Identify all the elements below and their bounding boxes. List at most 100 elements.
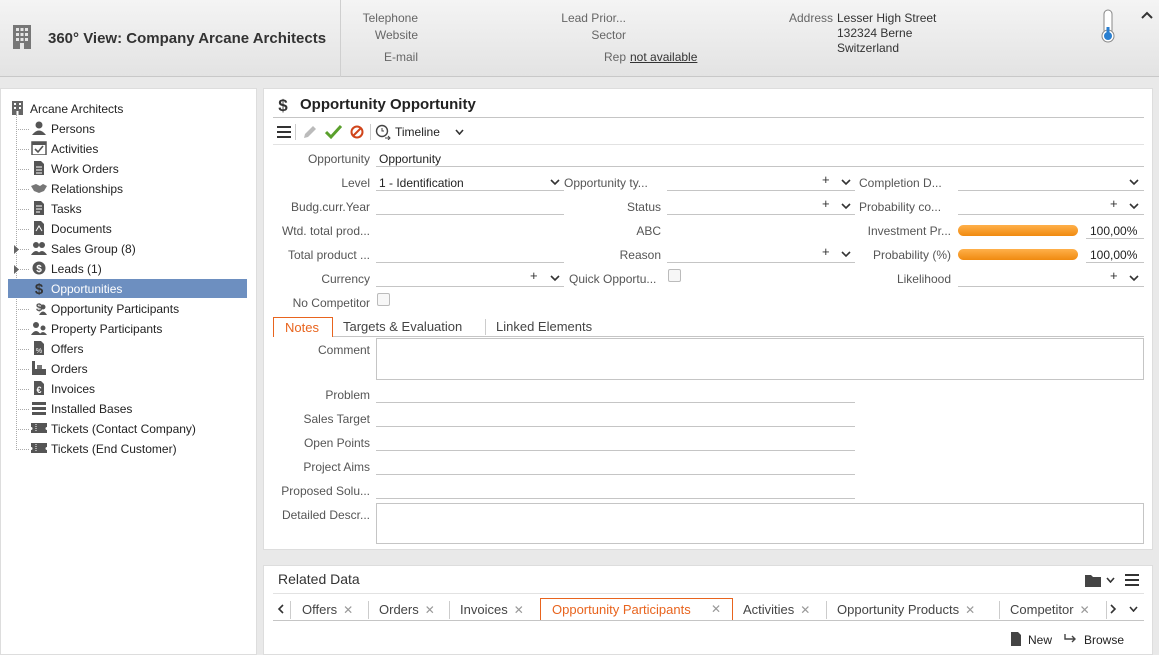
close-icon[interactable]: ✕ — [514, 603, 524, 617]
tree-item-tickets-end-customer[interactable]: Tickets (End Customer) — [31, 439, 177, 459]
tree-item-documents[interactable]: Documents — [31, 219, 112, 239]
tree-item-relationships[interactable]: Relationships — [31, 179, 123, 199]
tree-item-installed-bases[interactable]: Installed Bases — [31, 399, 132, 419]
group-icon — [31, 242, 47, 255]
close-icon[interactable]: ✕ — [711, 602, 721, 616]
tree-item-orders[interactable]: Orders — [31, 359, 88, 379]
related-tab-opportunity-products[interactable]: Opportunity Products ✕ — [837, 600, 975, 620]
cancel-icon[interactable] — [350, 125, 364, 139]
close-icon[interactable]: ✕ — [800, 603, 810, 617]
related-tab-activities[interactable]: Activities ✕ — [743, 600, 810, 620]
no-competitor-checkbox[interactable] — [377, 293, 390, 306]
chevron-down-icon[interactable] — [841, 203, 851, 210]
add-icon[interactable]: + — [822, 172, 830, 187]
chevron-left-icon[interactable] — [277, 604, 284, 614]
close-icon[interactable]: ✕ — [1080, 603, 1090, 617]
menu-icon[interactable] — [277, 126, 291, 138]
chevron-down-icon[interactable] — [1106, 577, 1115, 583]
tree-item-label: Property Participants — [51, 322, 163, 336]
chevron-down-icon[interactable] — [550, 179, 560, 186]
add-icon[interactable]: + — [822, 244, 830, 259]
related-tab-invoices[interactable]: Invoices ✕ — [460, 600, 524, 620]
chevron-down-icon[interactable] — [550, 275, 560, 282]
proposed-solution-input[interactable] — [376, 498, 855, 499]
chevron-right-icon[interactable] — [1110, 604, 1117, 614]
chevron-down-icon[interactable] — [1129, 275, 1139, 282]
budg-year-label: Budg.curr.Year — [291, 200, 370, 214]
tree-item-property-participants[interactable]: Property Participants — [31, 319, 162, 339]
edit-pencil-icon[interactable] — [302, 124, 318, 140]
quick-opportunity-checkbox[interactable] — [668, 269, 681, 282]
tab-divider — [826, 601, 827, 619]
chevron-down-icon — [455, 129, 464, 135]
add-icon[interactable]: + — [1110, 196, 1118, 211]
collapse-header-icon[interactable] — [1141, 10, 1153, 20]
rep-label: Rep — [603, 50, 626, 64]
chevron-down-icon[interactable] — [841, 179, 851, 186]
tree-item-tickets-contact-company[interactable]: Tickets (Contact Company) — [31, 419, 196, 439]
timeline-clock-icon — [375, 124, 391, 140]
tree-item-work-orders[interactable]: Work Orders — [31, 159, 119, 179]
svg-text:$: $ — [278, 96, 288, 114]
probability-value: 100,00% — [1090, 248, 1138, 262]
related-tab-opportunity-participants[interactable]: Opportunity Participants ✕ — [540, 598, 733, 621]
chevron-down-icon[interactable] — [841, 251, 851, 258]
status-label: Status — [626, 200, 661, 214]
related-tab-offers[interactable]: Offers ✕ — [302, 600, 353, 620]
menu-icon[interactable] — [1125, 574, 1139, 586]
problem-input[interactable] — [376, 402, 855, 403]
lead-priority-label: Lead Prior... — [561, 11, 626, 25]
comment-label: Comment — [317, 343, 370, 357]
chevron-down-icon[interactable] — [1129, 606, 1138, 612]
tree-root-company[interactable]: Arcane Architects — [10, 99, 123, 119]
rep-link[interactable]: not available — [630, 50, 697, 64]
tab-linked-elements[interactable]: Linked Elements — [496, 319, 592, 334]
tab-notes[interactable]: Notes — [273, 317, 333, 337]
probability-progress — [958, 249, 1078, 260]
chevron-down-icon[interactable] — [1129, 179, 1139, 186]
tree-item-offers[interactable]: % Offers — [31, 339, 83, 359]
comment-textarea[interactable] — [376, 338, 1144, 380]
opportunity-underline — [376, 166, 1144, 167]
probability-underline — [1086, 262, 1144, 263]
tree-item-opportunities[interactable]: $ Opportunities — [31, 279, 123, 299]
related-tab-orders[interactable]: Orders ✕ — [379, 600, 435, 620]
project-aims-input[interactable] — [376, 474, 855, 475]
tree-item-tasks[interactable]: Tasks — [31, 199, 82, 219]
dollar-icon: $ — [35, 281, 44, 295]
tree-item-invoices[interactable]: € Invoices — [31, 379, 95, 399]
tree-item-label: Activities — [51, 142, 99, 156]
tree-item-persons[interactable]: Persons — [31, 119, 95, 139]
tree-item-activities[interactable]: Activities — [31, 139, 98, 159]
add-icon[interactable]: + — [530, 268, 538, 283]
tree-lines — [14, 115, 29, 450]
close-icon[interactable]: ✕ — [965, 603, 975, 617]
folder-icon[interactable] — [1085, 574, 1101, 587]
person-icon — [32, 121, 46, 135]
chevron-down-icon[interactable] — [1129, 203, 1139, 210]
close-icon[interactable]: ✕ — [425, 603, 435, 617]
tree-item-label: Work Orders — [51, 162, 119, 176]
opportunity-value[interactable]: Opportunity — [379, 152, 441, 166]
add-icon[interactable]: + — [1110, 268, 1118, 283]
budg-year-underline[interactable] — [376, 214, 564, 215]
close-icon[interactable]: ✕ — [343, 603, 353, 617]
probability-co-underline — [958, 214, 1144, 215]
tab-divider — [485, 319, 486, 335]
page-title: 360° View: Company Arcane Architects — [48, 30, 327, 47]
related-tab-competitor[interactable]: Competitor ✕ — [1010, 600, 1090, 620]
tabs-underline — [333, 336, 1144, 337]
detailed-description-textarea[interactable] — [376, 503, 1144, 544]
sales-target-input[interactable] — [376, 426, 855, 427]
open-points-input[interactable] — [376, 450, 855, 451]
save-check-icon[interactable] — [325, 124, 342, 140]
tree-item-opportunity-participants[interactable]: $ Opportunity Participants — [31, 299, 179, 319]
document-icon — [34, 221, 44, 235]
tree-item-leads[interactable]: $ Leads (1) — [31, 259, 102, 279]
tab-targets-evaluation[interactable]: Targets & Evaluation — [343, 319, 462, 334]
level-select[interactable]: 1 - Identification — [379, 176, 464, 190]
header-bar: 360° View: Company Arcane Architects Tel… — [0, 0, 1159, 77]
tree-item-sales-group[interactable]: Sales Group (8) — [31, 239, 136, 259]
address-label: Address — [788, 11, 833, 25]
add-icon[interactable]: + — [822, 196, 830, 211]
